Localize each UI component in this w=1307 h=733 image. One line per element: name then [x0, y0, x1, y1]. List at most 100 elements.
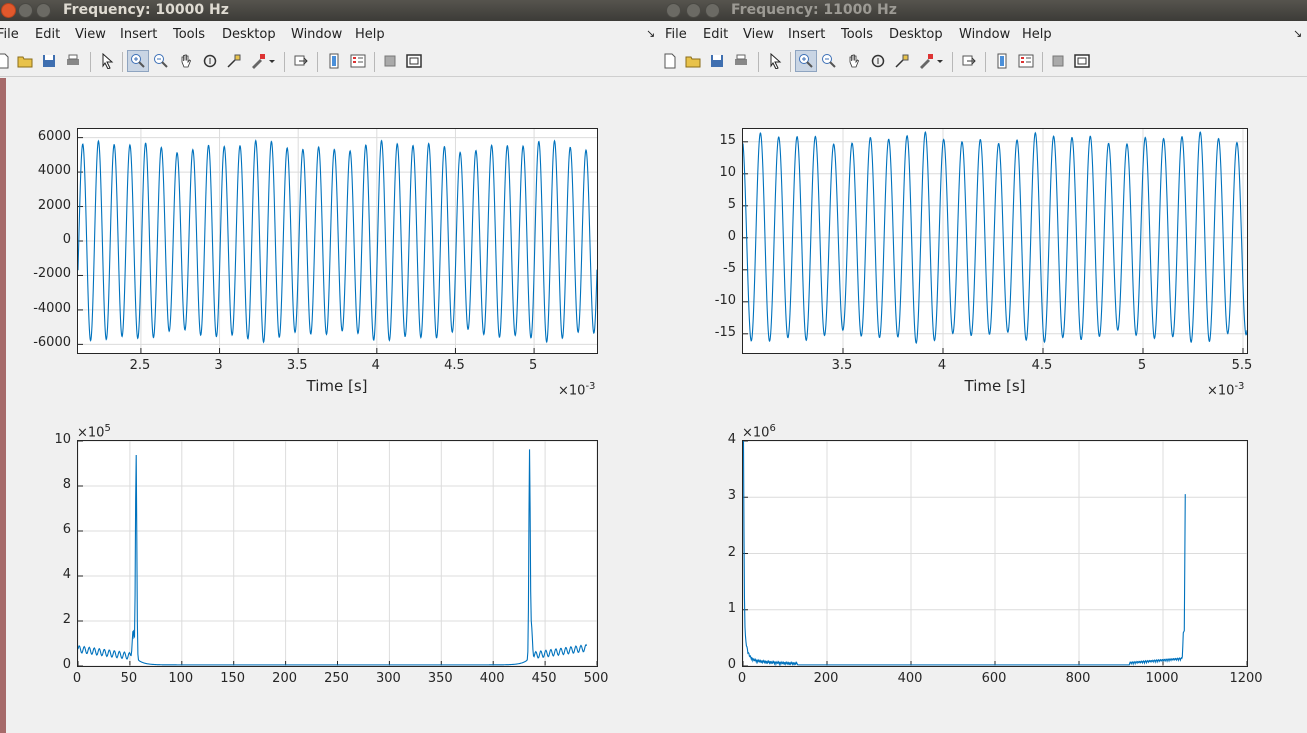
x-axis-exponent: ×10-3 — [1207, 381, 1245, 399]
menu-view[interactable]: View — [75, 27, 106, 42]
hide-plot-tools-icon[interactable] — [381, 52, 399, 70]
print-icon[interactable] — [732, 52, 750, 70]
spectrum-line[interactable] — [78, 449, 588, 666]
x-tick-label: 150 — [220, 671, 246, 686]
new-figure-icon[interactable] — [661, 52, 679, 70]
minimize-window-button[interactable] — [686, 3, 701, 18]
x-tick-label: 200 — [813, 671, 839, 686]
save-icon[interactable] — [708, 52, 726, 70]
y-tick-label: -4000 — [33, 300, 71, 316]
y-tick-label: 4 — [727, 432, 736, 447]
y-tick-label: -15 — [714, 324, 736, 340]
y-tick-label: 0 — [727, 657, 736, 672]
close-window-button[interactable] — [666, 3, 681, 18]
brush-icon[interactable] — [249, 52, 267, 70]
x-tick-label: 0 — [737, 671, 747, 686]
maximize-window-button[interactable] — [36, 3, 51, 18]
menu-tools[interactable]: Tools — [173, 27, 205, 42]
colorbar-icon[interactable] — [993, 52, 1011, 70]
y-tick-label: 0 — [727, 228, 736, 244]
x-tick-label: 300 — [375, 671, 401, 686]
menu-overflow-icon[interactable]: ↘ — [646, 27, 655, 40]
zoom-in-icon[interactable] — [127, 50, 149, 72]
data-cursor-icon[interactable] — [225, 52, 243, 70]
title-bar[interactable]: Frequency: 10000 Hz — [0, 0, 660, 21]
new-figure-icon[interactable] — [0, 52, 12, 70]
x-tick-label: 200 — [272, 671, 297, 686]
minimize-window-button[interactable] — [18, 3, 33, 18]
show-plot-tools-icon[interactable] — [405, 52, 423, 70]
x-tick-label: 4 — [371, 358, 380, 373]
x-tick-label: 50 — [120, 671, 138, 686]
menu-file[interactable]: File — [0, 27, 19, 42]
x-tick-label: 4 — [937, 358, 947, 373]
legend-icon[interactable] — [1017, 52, 1035, 70]
figure-toolbar — [660, 46, 1307, 77]
pan-hand-icon[interactable] — [177, 52, 195, 70]
y-axis-exponent: ×105 — [77, 423, 111, 441]
x-tick-label: 5 — [1137, 358, 1147, 373]
y-tick-label: 0 — [62, 657, 71, 672]
menu-overflow-icon[interactable]: ↘ — [1293, 27, 1302, 40]
menu-window[interactable]: Window — [291, 27, 342, 42]
link-plot-icon[interactable] — [292, 52, 310, 70]
brush-icon[interactable] — [917, 52, 935, 70]
data-cursor-icon[interactable] — [893, 52, 911, 70]
link-plot-icon[interactable] — [960, 52, 978, 70]
figure-toolbar — [0, 46, 660, 77]
x-tick-label: 3 — [214, 358, 223, 373]
x-tick-label: 800 — [1065, 671, 1091, 686]
spectrum-axes[interactable] — [77, 440, 598, 667]
x-tick-label: 3.5 — [286, 358, 308, 373]
y-tick-label: 8 — [62, 477, 71, 492]
zoom-out-icon[interactable] — [152, 52, 170, 70]
brush-dropdown-icon[interactable] — [267, 52, 277, 70]
figure-window-11000hz[interactable]: Frequency: 11000 Hz File Edit View Inser… — [660, 0, 1307, 733]
menu-desktop[interactable]: Desktop — [222, 27, 276, 42]
open-file-icon[interactable] — [16, 52, 34, 70]
pan-hand-icon[interactable] — [845, 52, 863, 70]
figure-window-10000hz[interactable]: Frequency: 10000 Hz File Edit View Inser… — [0, 0, 661, 733]
y-tick-label: 1 — [727, 600, 736, 616]
legend-icon[interactable] — [349, 52, 367, 70]
print-icon[interactable] — [64, 52, 82, 70]
save-icon[interactable] — [40, 52, 58, 70]
menu-help[interactable]: Help — [355, 27, 385, 42]
brush-dropdown-icon[interactable] — [935, 52, 945, 70]
y-tick-label: 2 — [62, 612, 71, 627]
time-domain-axes[interactable] — [742, 128, 1248, 354]
rotate-3d-icon[interactable] — [201, 52, 219, 70]
maximize-window-button[interactable] — [705, 3, 720, 18]
menu-edit[interactable]: Edit — [35, 27, 60, 42]
spectrum-axes[interactable] — [742, 440, 1248, 667]
menu-view[interactable]: View — [743, 27, 774, 42]
menu-insert[interactable]: Insert — [788, 27, 825, 42]
menu-window[interactable]: Window — [959, 27, 1010, 42]
edit-plot-pointer-icon[interactable] — [98, 52, 116, 70]
y-tick-label: 3 — [727, 488, 736, 504]
hide-plot-tools-icon[interactable] — [1049, 52, 1067, 70]
menu-edit[interactable]: Edit — [703, 27, 728, 42]
show-plot-tools-icon[interactable] — [1073, 52, 1091, 70]
menu-tools[interactable]: Tools — [841, 27, 873, 42]
menu-help[interactable]: Help — [1022, 27, 1052, 42]
colorbar-icon[interactable] — [325, 52, 343, 70]
x-tick-label: 450 — [531, 671, 557, 686]
menu-insert[interactable]: Insert — [120, 27, 157, 42]
y-tick-label: 10 — [54, 432, 71, 447]
menu-file[interactable]: File — [665, 27, 687, 42]
close-window-button[interactable] — [1, 3, 16, 18]
window-title: Frequency: 10000 Hz — [63, 2, 229, 18]
open-file-icon[interactable] — [684, 52, 702, 70]
time-domain-axes[interactable] — [77, 128, 598, 354]
x-tick-label: 400 — [897, 671, 923, 686]
zoom-in-icon[interactable] — [795, 50, 817, 72]
y-axis-exponent: ×106 — [742, 423, 776, 441]
menu-desktop[interactable]: Desktop — [889, 27, 943, 42]
x-tick-label: 350 — [427, 671, 453, 686]
zoom-out-icon[interactable] — [820, 52, 838, 70]
x-tick-label: 400 — [479, 671, 505, 686]
edit-plot-pointer-icon[interactable] — [766, 52, 784, 70]
title-bar[interactable]: Frequency: 11000 Hz — [660, 0, 1307, 21]
rotate-3d-icon[interactable] — [869, 52, 887, 70]
